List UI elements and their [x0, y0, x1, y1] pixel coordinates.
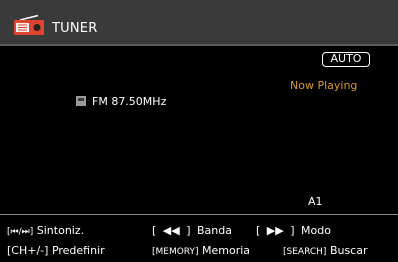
hint-label: Modo	[301, 224, 331, 237]
hint-label: Buscar	[329, 244, 368, 257]
hint-label: Predefinir	[51, 244, 105, 257]
radio-icon	[14, 15, 44, 35]
hint-tune: [⏮/⏭] Sintoniz.	[7, 224, 84, 237]
station-frequency: FM 87.50MHz	[92, 94, 167, 108]
hint-key: [CH+/-]	[7, 244, 49, 257]
hint-label: Memoria	[202, 244, 251, 257]
hint-memory: [MEMORY] Memoria	[152, 244, 250, 257]
hint-mode: [ ▶▶ ] Modo	[256, 224, 331, 237]
title-bar: TUNER	[0, 0, 398, 46]
hint-label: Sintoniz.	[36, 224, 85, 237]
radio-band-icon	[76, 96, 86, 106]
page-title: TUNER	[52, 21, 98, 36]
hint-search: [SEARCH] Buscar	[283, 244, 368, 257]
preset-label: A1	[308, 195, 323, 208]
now-playing-label: Now Playing	[290, 79, 358, 92]
hint-band: [ ◀◀ ] Banda	[152, 224, 232, 237]
hint-key: [SEARCH]	[283, 247, 327, 257]
station-row[interactable]: FM 87.50MHz	[76, 94, 166, 108]
hint-key: [MEMORY]	[152, 247, 199, 257]
mode-badge: AUTO	[322, 52, 370, 67]
hint-key: [ ▶▶ ]	[256, 224, 295, 237]
hint-preset: [CH+/-] Predefinir	[7, 244, 105, 257]
hint-key: [⏮/⏭]	[7, 227, 34, 237]
hint-label: Banda	[197, 224, 232, 237]
hint-key: [ ◀◀ ]	[152, 224, 191, 237]
key-hint-bar: [⏮/⏭] Sintoniz. [ ◀◀ ] Banda [ ▶▶ ] Modo…	[0, 214, 398, 262]
